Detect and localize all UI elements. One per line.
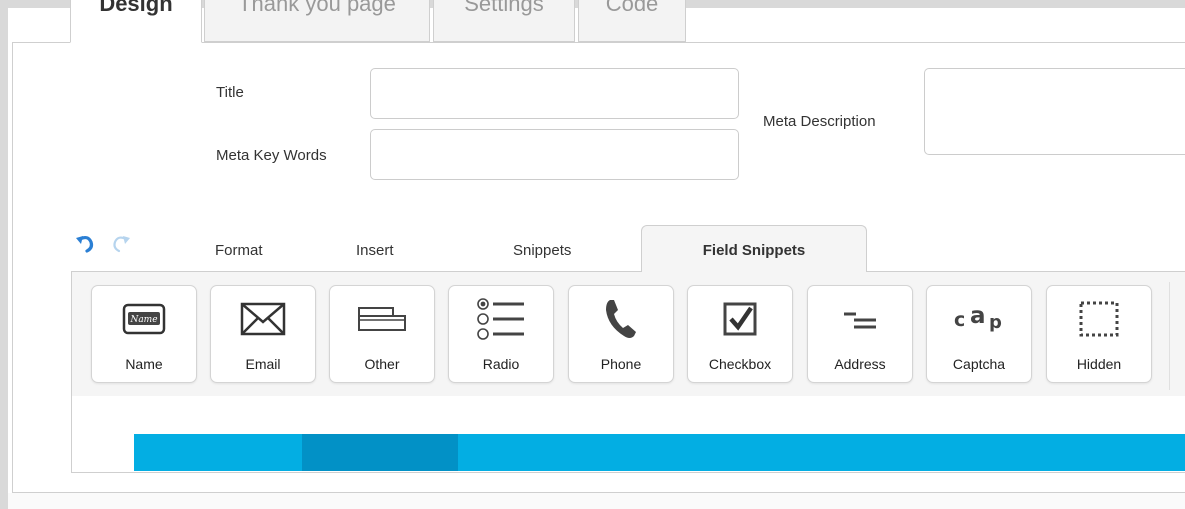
name-tag-icon: Name: [92, 296, 196, 342]
form-block-bar[interactable]: [134, 434, 1185, 471]
undo-icon[interactable]: [74, 234, 96, 254]
tab-thank-you-page[interactable]: Thank you page: [204, 0, 430, 42]
other-field-label: Other: [364, 356, 400, 372]
address-field-label: Address: [834, 356, 886, 372]
bottom-area: [8, 493, 1185, 509]
tab-design[interactable]: Design: [70, 0, 202, 43]
name-field-label: Name: [125, 356, 163, 372]
captcha-field-button[interactable]: c a p Captcha: [926, 285, 1032, 383]
email-field-button[interactable]: Email: [210, 285, 316, 383]
content-border-left: [12, 42, 13, 492]
meta-description-input[interactable]: [924, 68, 1185, 155]
name-field-button[interactable]: Name Name: [91, 285, 197, 383]
checkbox-field-label: Checkbox: [708, 356, 772, 372]
svg-text:p: p: [989, 312, 1002, 333]
other-field-icon: [330, 296, 434, 342]
form-block-bar-segment[interactable]: [302, 434, 458, 471]
title-input[interactable]: [370, 68, 739, 119]
hidden-field-button[interactable]: Hidden: [1046, 285, 1152, 383]
radio-field-label: Radio: [482, 356, 520, 372]
hidden-field-label: Hidden: [1076, 356, 1122, 372]
other-field-button[interactable]: Other: [329, 285, 435, 383]
tab-format[interactable]: Format: [215, 242, 263, 259]
captcha-field-label: Captcha: [952, 356, 1006, 372]
svg-text:c: c: [954, 309, 965, 331]
email-field-label: Email: [245, 356, 281, 372]
window-frame-left: [0, 0, 8, 509]
tab-field-snippets[interactable]: Field Snippets: [641, 225, 867, 272]
svg-text:Name: Name: [129, 315, 157, 325]
radio-field-button[interactable]: Radio: [448, 285, 554, 383]
hidden-dotted-box-icon: [1047, 296, 1151, 342]
meta-keywords-input[interactable]: [370, 129, 739, 180]
meta-keywords-label: Meta Key Words: [216, 147, 327, 164]
radio-list-icon: [449, 296, 553, 342]
tab-settings[interactable]: Settings: [433, 0, 575, 42]
title-label: Title: [216, 84, 244, 101]
phone-field-label: Phone: [600, 356, 642, 372]
ribbon-divider: [1169, 282, 1170, 390]
phone-field-button[interactable]: Phone: [568, 285, 674, 383]
tab-code[interactable]: Code: [578, 0, 686, 42]
address-field-button[interactable]: Address: [807, 285, 913, 383]
envelope-icon: [211, 296, 315, 342]
meta-description-label: Meta Description: [763, 113, 876, 130]
address-lines-icon: [808, 296, 912, 342]
checkbox-field-button[interactable]: Checkbox: [687, 285, 793, 383]
redo-icon[interactable]: [111, 234, 133, 254]
checkbox-icon: [688, 296, 792, 342]
svg-text:a: a: [970, 303, 986, 329]
phone-icon: [569, 296, 673, 342]
tab-snippets[interactable]: Snippets: [513, 242, 571, 259]
tab-insert[interactable]: Insert: [356, 242, 394, 259]
captcha-icon: c a p: [927, 296, 1031, 342]
